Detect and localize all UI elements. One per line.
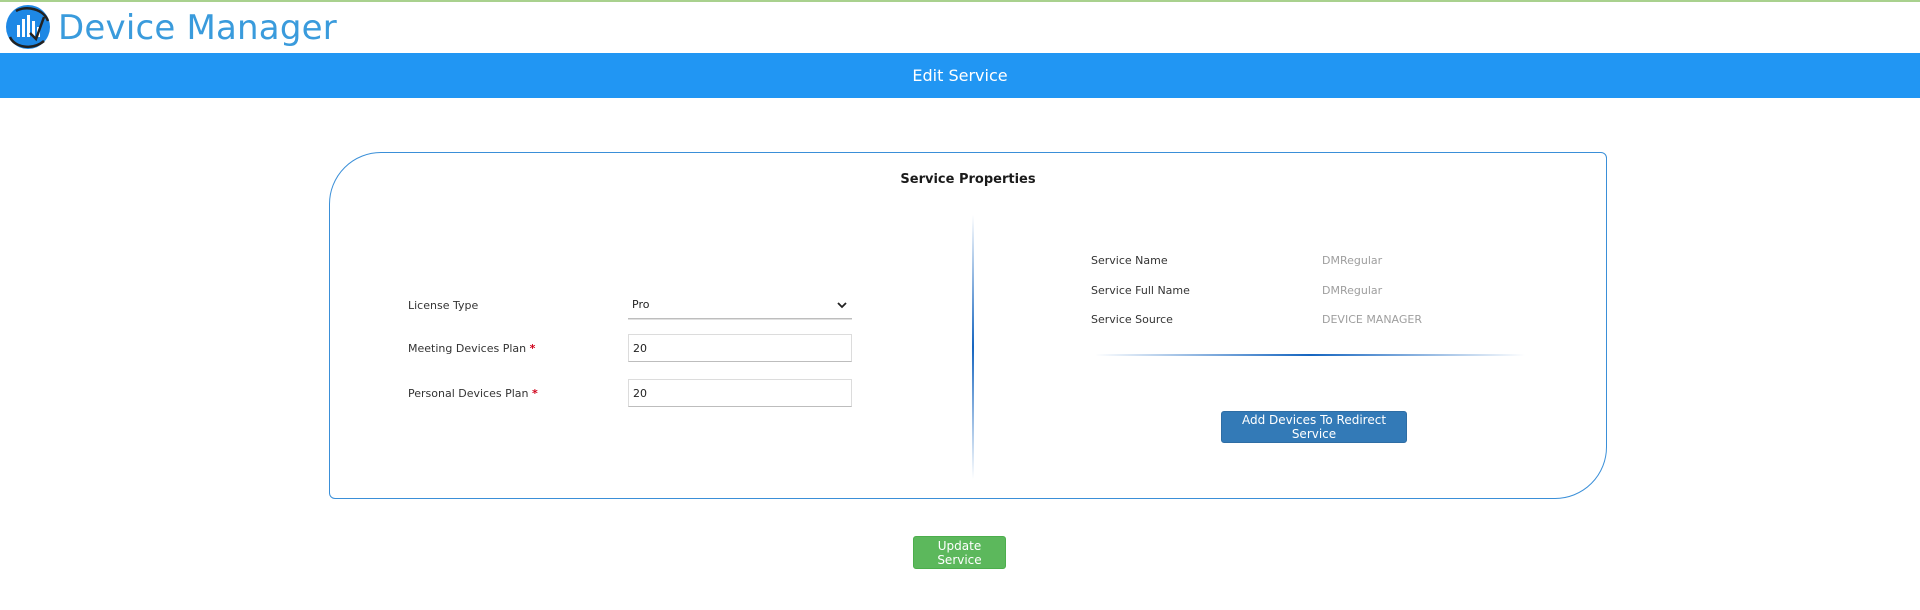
license-type-label: License Type xyxy=(408,298,479,312)
service-source-value: DEVICE MANAGER xyxy=(1322,313,1423,326)
service-source-label: Service Source xyxy=(1091,313,1173,326)
service-properties-panel: Service Properties License Type Pro Meet… xyxy=(329,152,1607,499)
update-service-button[interactable]: Update Service xyxy=(913,536,1006,569)
service-source-row: Service Source DEVICE MANAGER xyxy=(1091,313,1422,326)
service-name-row: Service Name DMRegular xyxy=(1091,254,1382,267)
meeting-devices-plan-label: Meeting Devices Plan * xyxy=(408,341,536,355)
vertical-divider xyxy=(972,215,974,479)
service-full-name-value: DMRegular xyxy=(1322,284,1383,297)
required-asterisk: * xyxy=(532,386,538,400)
license-type-selected-value: Pro xyxy=(632,298,650,311)
app-header: Device Manager xyxy=(0,2,1920,52)
personal-devices-plan-label: Personal Devices Plan * xyxy=(408,386,538,400)
horizontal-divider xyxy=(1095,354,1525,356)
page-title-banner: Edit Service xyxy=(0,53,1920,98)
personal-devices-plan-input[interactable] xyxy=(628,379,852,407)
service-full-name-row: Service Full Name DMRegular xyxy=(1091,284,1382,297)
service-name-label: Service Name xyxy=(1091,254,1168,267)
signal-bars-logo-icon xyxy=(6,5,50,49)
personal-devices-plan-row: Personal Devices Plan * xyxy=(408,379,852,407)
license-type-row: License Type Pro xyxy=(408,291,852,319)
meeting-devices-plan-row: Meeting Devices Plan * xyxy=(408,334,852,362)
license-type-select[interactable]: Pro xyxy=(628,291,852,319)
add-devices-to-redirect-service-button[interactable]: Add Devices To Redirect Service xyxy=(1221,411,1407,443)
app-title: Device Manager xyxy=(58,8,337,48)
meeting-devices-plan-input[interactable] xyxy=(628,334,852,362)
service-name-value: DMRegular xyxy=(1322,254,1383,267)
chevron-down-icon xyxy=(837,301,847,308)
required-asterisk: * xyxy=(529,341,536,355)
page-title: Edit Service xyxy=(912,66,1008,85)
panel-title: Service Properties xyxy=(900,172,1036,187)
service-full-name-label: Service Full Name xyxy=(1091,284,1190,297)
